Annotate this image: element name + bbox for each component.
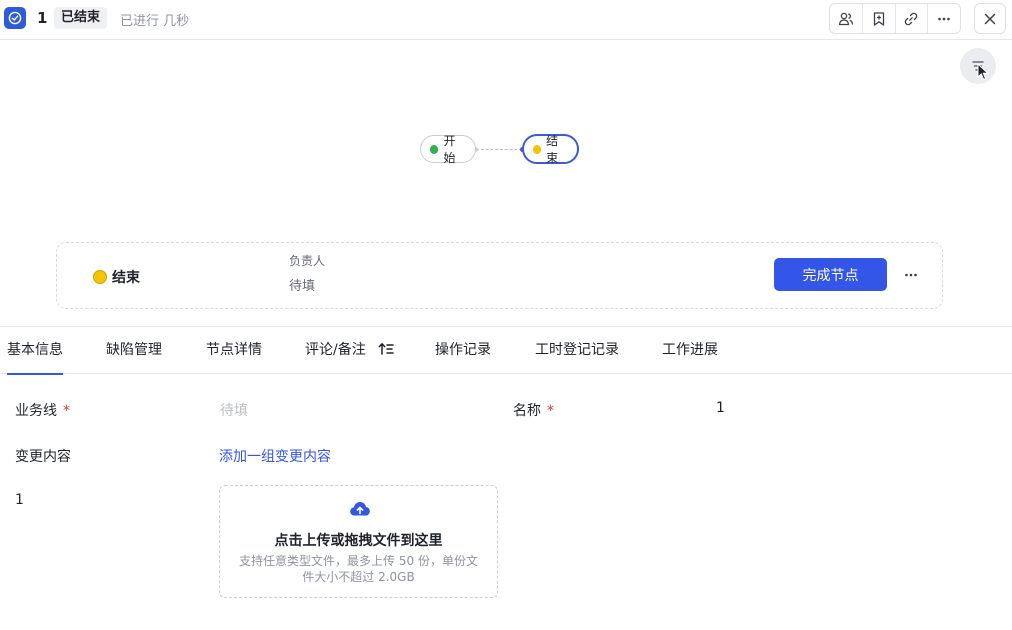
node-name-label: 结束 [112,270,140,286]
status-dot [430,144,439,154]
flow-connector [476,149,522,150]
name-label: 名称 * [513,403,554,419]
more-icon [938,17,950,20]
tab-work-progress[interactable]: 工作进展 [662,327,718,374]
header-bar: 1 已结束 已进行 几秒 [0,0,1012,40]
name-field[interactable]: 1 [716,400,725,416]
sort-icon[interactable] [378,342,394,356]
node-label: 结束 [546,134,559,165]
tab-timesheet[interactable]: 工时登记记录 [535,327,619,374]
change-item-label: 1 [15,492,24,508]
node-name: 结束 [93,267,140,287]
more-icon [905,273,917,277]
check-circle-icon [4,7,26,29]
change-content-label: 变更内容 [15,449,71,465]
cloud-upload-icon [350,502,370,516]
tab-bar: 基本信息 缺陷管理 节点详情 评论/备注 操作记录 工时登记记录 工作进展 [0,326,1012,375]
file-upload-dropzone[interactable]: 点击上传或拖拽文件到这里 支持任意类型文件，最多上传 50 份，单份文件大小不超… [219,485,498,598]
add-change-content-link[interactable]: 添加一组变更内容 [219,446,331,466]
mouse-cursor-icon [977,63,989,81]
members-button[interactable] [830,4,863,33]
header-toolbar [829,3,961,34]
members-icon [838,12,854,25]
tab-basic-info[interactable]: 基本信息 [7,327,63,375]
node-more-button[interactable] [899,265,923,285]
flow-node-start[interactable]: 开始 [420,134,476,165]
node-info-card: 结束 负责人 待填 完成节点 [56,242,943,309]
more-button[interactable] [928,4,960,33]
business-line-field[interactable]: 待填 [220,400,248,420]
tab-node-details[interactable]: 节点详情 [206,327,262,374]
copy-link-button[interactable] [896,4,929,33]
close-icon [984,13,996,24]
status-dot [533,144,542,154]
owner-label: 负责人 [289,254,326,268]
bookmark-icon [873,11,884,26]
tab-defect-management[interactable]: 缺陷管理 [106,327,162,374]
owner-field[interactable]: 待填 [289,275,315,294]
tab-operation-log[interactable]: 操作记录 [435,327,491,374]
business-line-label: 业务线 * [15,403,70,419]
complete-node-button[interactable]: 完成节点 [774,258,887,291]
upload-description: 支持任意类型文件，最多上传 50 份，单份文件大小不超过 2.0GB [239,554,478,584]
close-button[interactable] [974,3,1006,34]
flow-node-end[interactable]: 结束 [522,134,579,165]
status-dot [93,270,107,284]
elapsed-time: 已进行 几秒 [120,14,190,29]
tab-comments[interactable]: 评论/备注 [305,327,394,374]
bookmark-button[interactable] [863,4,896,33]
upload-title: 点击上传或拖拽文件到这里 [274,533,443,549]
task-number: 1 [37,9,48,27]
node-label: 开始 [443,134,456,165]
status-badge: 已结束 [54,7,108,29]
link-icon [905,12,918,25]
